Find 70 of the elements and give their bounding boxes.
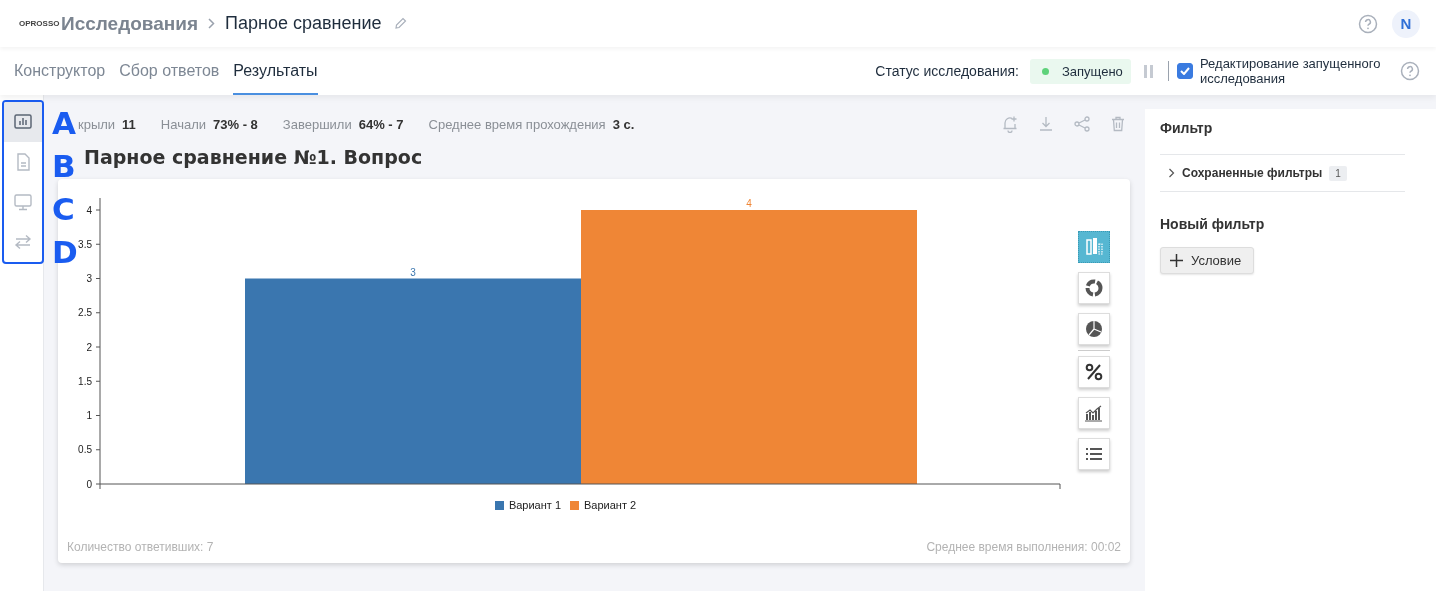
share-icon[interactable] (1073, 115, 1091, 133)
tab[interactable]: Сбор ответов (119, 47, 220, 95)
y-tick-label: 4 (86, 204, 93, 216)
y-tick: 1.5 (78, 375, 101, 387)
new-filter-title: Новый фильтр (1160, 216, 1266, 232)
y-tick-label: 3.5 (78, 238, 93, 250)
chart-icon (13, 112, 33, 132)
y-tick-label: 1 (86, 410, 93, 421)
y-tick: 0 (86, 478, 101, 490)
help-icon[interactable] (1358, 13, 1378, 34)
y-tick: 0.5 (78, 444, 101, 456)
pencil-icon[interactable] (393, 17, 407, 30)
saved-filters-label: Сохраненные фильтры (1182, 166, 1323, 180)
stat-label: Завершили (282, 116, 352, 132)
tab[interactable]: Результаты (233, 47, 318, 95)
bell-plus-icon[interactable] (1001, 115, 1019, 133)
y-tick: 4 (86, 204, 101, 216)
saved-filters-toggle[interactable]: Сохраненные фильтры 1 (1160, 155, 1405, 192)
swap-arrows-icon (13, 232, 33, 252)
stat-label: крыли (78, 116, 116, 132)
status-label: Статус исследования: (875, 63, 1019, 79)
y-tick-label: 0 (86, 478, 93, 490)
help-icon[interactable] (1400, 61, 1420, 81)
stat-label: Среднее время прохождения (428, 116, 606, 132)
y-tick: 2 (86, 341, 101, 353)
stat-label: Начали (160, 116, 207, 132)
data-label: 4 (746, 198, 752, 209)
stat-value: 11 (122, 116, 136, 132)
annotation-letter: C (52, 190, 76, 229)
average-time: Среднее время выполнения: 00:02 (926, 540, 1121, 554)
y-tick: 3.5 (78, 238, 101, 250)
y-tick: 3 (86, 273, 101, 284)
chevron-icon (208, 18, 216, 29)
question-title: Парное сравнение №1. Вопрос (84, 146, 424, 170)
filter-title: Фильтр (1160, 109, 1405, 155)
checkmark-icon (1180, 67, 1190, 75)
breadcrumb-link[interactable]: Исследования (61, 12, 199, 35)
respondents-count: Количество ответивших: 7 (67, 540, 214, 554)
logo[interactable]: OPROSSO (18, 19, 58, 28)
user-avatar[interactable]: N (1392, 9, 1420, 38)
status-badge: Запущено (1030, 58, 1131, 84)
annotation-letter: A (52, 104, 77, 143)
stat-value: 3 с. (612, 116, 635, 132)
monitor-icon (13, 192, 33, 212)
add-condition-button[interactable]: Условие (1160, 247, 1255, 274)
tab[interactable]: Конструктор (14, 47, 106, 95)
y-tick-label: 0.5 (78, 444, 93, 456)
download-icon[interactable] (1037, 115, 1055, 133)
stat-value: 64% - 7 (358, 116, 404, 132)
chevron-icon (1168, 168, 1175, 178)
stat-value: 73% - 8 (213, 116, 258, 132)
legend-label: Вариант 1 (508, 499, 561, 511)
plus-icon (1170, 254, 1183, 267)
y-tick-label: 2.5 (78, 307, 93, 319)
legend-label: Вариант 2 (584, 499, 637, 511)
checkbox-label: Редактирование запущенного исследования (1200, 56, 1382, 86)
y-tick-label: 2 (86, 341, 93, 353)
y-tick-label: 3 (86, 273, 93, 284)
checkbox[interactable] (1177, 63, 1193, 79)
page-title: Парное сравнение (225, 13, 382, 34)
rail-item[interactable] (4, 102, 42, 142)
y-tick: 1 (86, 410, 101, 421)
y-tick-label: 1.5 (78, 375, 93, 387)
annotation-letter: B (52, 147, 77, 186)
trash-icon[interactable] (1109, 115, 1127, 133)
count-badge: 1 (1329, 165, 1347, 181)
y-tick: 2.5 (78, 307, 101, 319)
pause-icon[interactable] (1144, 64, 1153, 78)
data-label: 3 (410, 266, 416, 278)
annotation-letter: D (52, 233, 78, 272)
